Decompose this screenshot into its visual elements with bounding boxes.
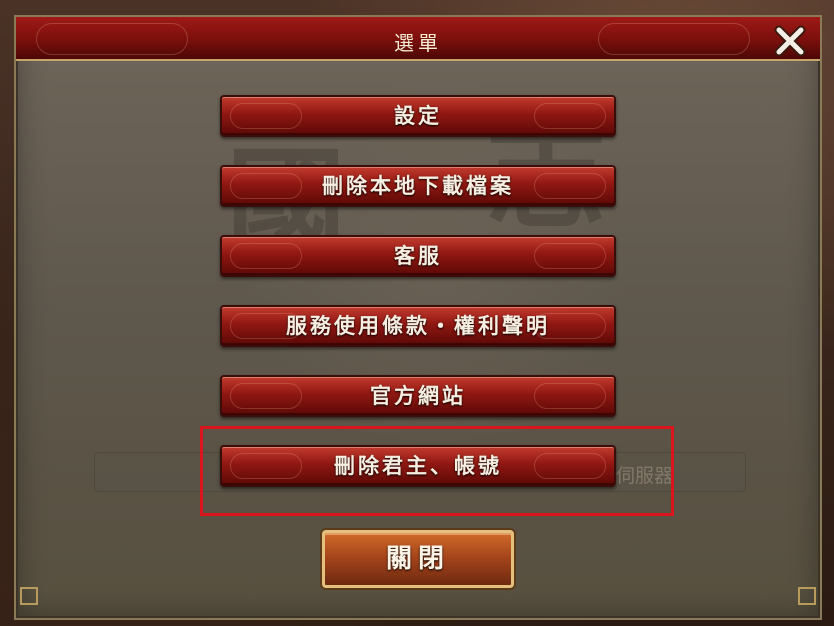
close-x-button[interactable] — [772, 23, 808, 59]
close-x-icon — [774, 25, 806, 57]
corner-ornament — [798, 587, 816, 605]
menu-dialog: 國 志 伺服器 選單 設定 刪除本地下載檔案 客服 服務使用條款・權利聲明 官方… — [14, 15, 822, 620]
delete-local-downloads-button[interactable]: 刪除本地下載檔案 — [220, 165, 616, 207]
settings-button[interactable]: 設定 — [220, 95, 616, 137]
title-bar: 選單 — [16, 17, 820, 61]
close-button[interactable]: 關閉 — [322, 530, 514, 588]
corner-ornament — [20, 587, 38, 605]
highlight-box — [200, 426, 674, 516]
official-website-button[interactable]: 官方網站 — [220, 375, 616, 417]
dialog-title: 選單 — [394, 31, 442, 55]
customer-service-button[interactable]: 客服 — [220, 235, 616, 277]
terms-of-service-button[interactable]: 服務使用條款・權利聲明 — [220, 305, 616, 347]
